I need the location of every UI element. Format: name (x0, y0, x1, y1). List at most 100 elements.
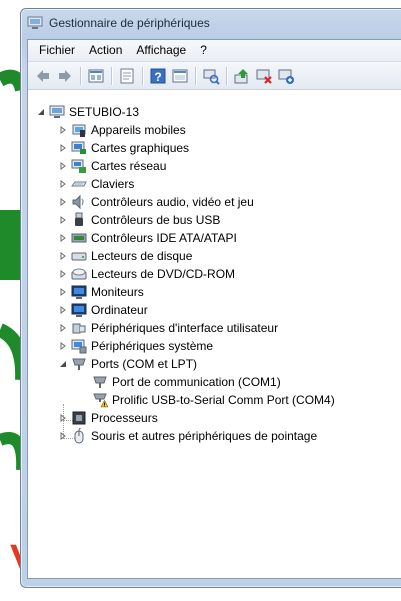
toolbar-separator (195, 66, 196, 85)
expand-arrow-icon[interactable] (58, 144, 67, 153)
svg-text:?: ? (154, 70, 161, 84)
scan-hardware-button[interactable] (200, 65, 222, 87)
collapse-arrow-icon[interactable] (58, 360, 67, 369)
expand-arrow-icon[interactable] (58, 198, 67, 207)
expand-arrow-icon[interactable] (58, 414, 67, 423)
disable-device-icon (256, 69, 272, 84)
port-icon (92, 374, 108, 390)
forward-button[interactable] (54, 65, 76, 87)
tree-item-disk-drives[interactable]: Lecteurs de disque (58, 247, 192, 265)
show-hidden-icon (120, 68, 134, 83)
menu-affichage[interactable]: Affichage (129, 41, 193, 60)
device-manager-app-icon (27, 16, 43, 29)
tree-item-label: Claviers (91, 177, 135, 191)
view-button[interactable] (85, 65, 107, 87)
disk-drive-icon (71, 248, 87, 264)
tree-item-label: Ports (COM et LPT) (91, 357, 198, 371)
display-adapter-icon (71, 140, 87, 156)
processor-icon (71, 410, 87, 426)
tree-item-label: Processeurs (91, 411, 158, 425)
tree-item-audio-controllers[interactable]: Contrôleurs audio, vidéo et jeu (58, 193, 254, 211)
system-devices-icon (71, 338, 87, 354)
menu-bar: Fichier Action Affichage ? (28, 40, 401, 62)
tree-item-ide-controllers[interactable]: Contrôleurs IDE ATA/ATAPI (58, 229, 237, 247)
tree-item-label: Moniteurs (91, 285, 144, 299)
window-title: Gestionnaire de périphériques (49, 16, 210, 30)
window-client-area: Fichier Action Affichage ? ? SETUBIO-13 … (27, 39, 401, 579)
audio-icon (71, 194, 87, 210)
hid-icon (71, 320, 87, 336)
toolbar-separator (80, 66, 81, 85)
tree-item-dvd-drives[interactable]: Lecteurs de DVD/CD-ROM (58, 265, 235, 283)
expand-arrow-icon[interactable] (58, 126, 67, 135)
expand-arrow-icon[interactable] (58, 252, 67, 261)
expand-arrow-icon[interactable] (58, 162, 67, 171)
menu-action[interactable]: Action (82, 41, 129, 60)
tree-root-label: SETUBIO-13 (69, 105, 140, 119)
tree-item-label: Cartes réseau (91, 159, 167, 173)
tree-item-label: Prolific USB-to-Serial Comm Port (COM4) (112, 393, 335, 407)
expand-arrow-icon[interactable] (58, 234, 67, 243)
expand-arrow-icon[interactable] (58, 432, 67, 441)
tree-item-display-adapters[interactable]: Cartes graphiques (58, 139, 189, 157)
device-manager-window: Gestionnaire de périphériques Fichier Ac… (20, 8, 401, 588)
back-button[interactable] (32, 65, 54, 87)
window-icon (172, 69, 188, 82)
tree-item-processors[interactable]: Processeurs (58, 409, 158, 427)
window-button[interactable] (169, 65, 191, 87)
tree-item-label: Lecteurs de disque (91, 249, 193, 263)
computer-icon (71, 302, 87, 318)
update-driver-icon (234, 68, 248, 83)
title-bar[interactable]: Gestionnaire de périphériques (21, 9, 401, 37)
tree-item-com4-prolific[interactable]: Prolific USB-to-Serial Comm Port (COM4) (92, 391, 335, 409)
uninstall-device-button[interactable] (275, 65, 297, 87)
tree-item-network-adapters[interactable]: Cartes réseau (58, 157, 166, 175)
tree-item-mice[interactable]: Souris et autres périphériques de pointa… (58, 427, 317, 445)
tree-item-com1[interactable]: Port de communication (COM1) (92, 373, 281, 391)
tree-item-label: Port de communication (COM1) (112, 375, 281, 389)
tree-item-usb-controllers[interactable]: Contrôleurs de bus USB (58, 211, 220, 229)
tree-item-label: Périphériques système (91, 339, 214, 353)
tree-item-label: Contrôleurs IDE ATA/ATAPI (91, 231, 237, 245)
forward-icon (59, 69, 71, 82)
dvd-drive-icon (71, 266, 87, 282)
menu-help[interactable]: ? (193, 41, 214, 60)
tree-item-hid[interactable]: Périphériques d'interface utilisateur (58, 319, 278, 337)
help-button[interactable]: ? (147, 65, 169, 87)
tree-item-computer[interactable]: Ordinateur (58, 301, 148, 319)
tree-item-label: Ordinateur (91, 303, 148, 317)
mobile-devices-icon (71, 122, 87, 138)
show-hidden-button[interactable] (116, 65, 138, 87)
tree-root-node[interactable]: SETUBIO-13 (36, 103, 139, 121)
uninstall-device-icon (278, 69, 294, 84)
expand-arrow-icon[interactable] (58, 180, 67, 189)
expand-arrow-icon[interactable] (58, 324, 67, 333)
properties-view-icon (88, 69, 104, 82)
expand-arrow-icon[interactable] (58, 306, 67, 315)
scan-hardware-icon (203, 69, 220, 85)
expand-arrow-icon[interactable] (58, 288, 67, 297)
tree-item-label: Appareils mobiles (91, 123, 186, 137)
toolbar-separator (142, 66, 143, 85)
update-driver-button[interactable] (231, 65, 253, 87)
tree-item-ports[interactable]: Ports (COM et LPT) (58, 355, 197, 373)
tree-item-mobile-devices[interactable]: Appareils mobiles (58, 121, 186, 139)
expand-arrow-icon[interactable] (58, 216, 67, 225)
tree-item-label: Périphériques d'interface utilisateur (91, 321, 279, 335)
computer-icon (49, 104, 65, 120)
expand-arrow-icon[interactable] (58, 270, 67, 279)
expand-arrow-icon[interactable] (58, 342, 67, 351)
help-icon: ? (150, 68, 166, 84)
collapse-arrow-icon[interactable] (36, 108, 45, 117)
device-tree: SETUBIO-13 Appareils mobiles Cartes grap… (28, 90, 401, 578)
tree-item-label: Contrôleurs de bus USB (91, 213, 221, 227)
tree-item-system-devices[interactable]: Périphériques système (58, 337, 213, 355)
back-icon (37, 69, 49, 82)
tree-item-label: Lecteurs de DVD/CD-ROM (91, 267, 236, 281)
disable-device-button[interactable] (253, 65, 275, 87)
toolbar: ? (28, 62, 401, 90)
menu-fichier[interactable]: Fichier (32, 41, 82, 60)
tree-item-keyboards[interactable]: Claviers (58, 175, 134, 193)
tree-item-monitors[interactable]: Moniteurs (58, 283, 144, 301)
toolbar-separator (111, 66, 112, 85)
